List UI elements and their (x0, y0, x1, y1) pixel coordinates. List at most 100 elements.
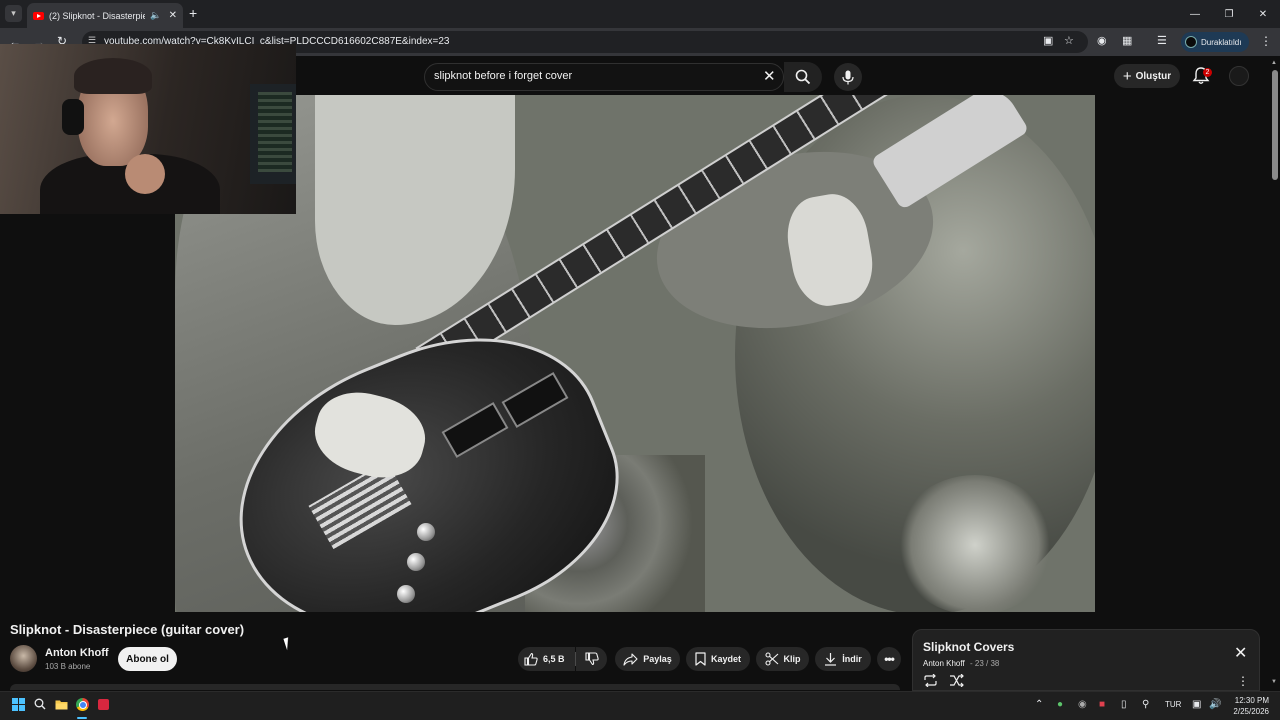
share-button[interactable]: Paylaş (615, 647, 680, 671)
thumbs-down-icon (584, 652, 599, 666)
notification-count-badge: 2 (1203, 68, 1212, 77)
save-label: Kaydet (710, 654, 741, 664)
search-icon (34, 698, 46, 710)
foliage-highlight (895, 475, 1055, 612)
input-language[interactable]: TUR (1165, 700, 1181, 709)
subscribe-button[interactable]: Abone ol (118, 647, 177, 671)
active-app-indicator (77, 717, 87, 719)
app-taskbar-icon[interactable] (96, 697, 110, 711)
guitar-knob (417, 523, 435, 541)
voice-search-button[interactable] (834, 63, 862, 91)
restore-icon[interactable]: ❐ (1212, 0, 1246, 28)
taskbar-search-icon[interactable] (33, 697, 47, 711)
guitar-knob (407, 553, 425, 571)
file-explorer-icon[interactable] (54, 697, 68, 711)
window-close-icon[interactable]: ✕ (1246, 0, 1280, 28)
bookmark-icon (695, 652, 706, 666)
windows-logo-icon (11, 697, 25, 711)
taskbar-clock[interactable]: 12:30 PM 2/25/2026 (1229, 695, 1269, 717)
search-button[interactable] (784, 62, 822, 92)
reading-list-icon[interactable]: ☰ (1157, 34, 1167, 47)
windows-taskbar (0, 691, 1280, 720)
bookmark-star-icon[interactable]: ☆ (1064, 34, 1074, 47)
tab-title: (2) Slipknot - Disasterpiece (49, 10, 146, 21)
speaker-icon[interactable]: 🔈 (150, 10, 161, 21)
clock-date: 2/25/2026 (1233, 707, 1269, 716)
playlist-more-icon[interactable]: ⋮ (1237, 674, 1249, 688)
thumbs-up-icon (524, 652, 538, 666)
subscriber-count: 103 B abone (45, 662, 91, 671)
share-arrow-icon (623, 652, 638, 666)
webcam-monitor-screen (258, 92, 292, 172)
create-button[interactable]: + Oluştur (1114, 64, 1180, 88)
tray-app-icon-2[interactable]: ◉ (1078, 699, 1087, 710)
search-icon (795, 69, 811, 85)
install-app-icon[interactable]: ▣ (1043, 34, 1053, 47)
chrome-taskbar-icon[interactable] (75, 697, 89, 711)
mouse-cursor-icon (283, 635, 297, 651)
chrome-logo-icon (75, 697, 89, 711)
clip-label: Klip (783, 654, 801, 664)
extensions-puzzle-icon[interactable]: ▦ (1122, 34, 1132, 47)
tab-search-button[interactable]: ▾ (5, 5, 22, 22)
tab-close-icon[interactable]: ✕ (169, 10, 177, 21)
search-input[interactable]: slipknot before i forget cover (434, 70, 572, 82)
guitar-knob (397, 585, 415, 603)
account-avatar[interactable] (1229, 66, 1249, 86)
channel-name[interactable]: Anton Khoff (45, 647, 109, 659)
save-button[interactable]: Kaydet (686, 647, 750, 671)
tray-app-icon-1[interactable]: ● (1057, 699, 1063, 710)
headset-icon (62, 99, 84, 135)
browser-menu-icon[interactable]: ⋮ (1260, 34, 1272, 48)
profile-paused-chip[interactable]: Duraklatıldı (1181, 32, 1249, 52)
camera-extension-icon[interactable]: ◉ (1097, 34, 1107, 47)
playlist-owner[interactable]: Anton Khoff (923, 659, 965, 668)
window-controls: — ❐ ✕ (1178, 0, 1280, 28)
network-icon[interactable]: ▣ (1192, 699, 1201, 710)
youtube-favicon-icon (33, 11, 44, 20)
playlist-close-icon[interactable]: ✕ (1234, 643, 1247, 663)
webcam-person-hand (125, 154, 165, 194)
like-button[interactable]: 6,5 B (518, 647, 575, 671)
playlist-position: - 23 / 38 (970, 659, 1000, 668)
video-title: Slipknot - Disasterpiece (guitar cover) (10, 622, 245, 637)
create-label: Oluştur (1135, 70, 1172, 82)
share-label: Paylaş (643, 654, 672, 664)
playlist-title[interactable]: Slipknot Covers (923, 640, 1014, 654)
channel-avatar[interactable] (10, 645, 37, 672)
browser-tab-active[interactable]: (2) Slipknot - Disasterpiece 🔈 ✕ (27, 3, 183, 28)
loop-icon[interactable] (923, 674, 938, 687)
tray-microphone-icon[interactable]: ⚲ (1142, 699, 1149, 710)
more-horizontal-icon: ••• (884, 652, 895, 666)
download-button[interactable]: İndir (815, 647, 871, 671)
shuffle-icon[interactable] (949, 674, 964, 687)
like-count: 6,5 B (543, 654, 565, 664)
download-label: İndir (842, 654, 862, 664)
profile-avatar-icon (1185, 36, 1197, 48)
minimize-icon[interactable]: — (1178, 0, 1212, 28)
plus-icon: + (1122, 67, 1132, 85)
clear-search-icon[interactable]: ✕ (763, 67, 776, 85)
webcam-overlay (0, 44, 296, 214)
start-button[interactable] (11, 697, 25, 711)
tray-overflow-chevron-icon[interactable]: ⌃ (1035, 699, 1043, 710)
scroll-down-arrow-icon[interactable]: ▼ (1271, 679, 1277, 685)
volume-icon[interactable]: 🔊 (1209, 699, 1221, 710)
tray-battery-icon[interactable]: ▯ (1121, 699, 1127, 710)
clip-button[interactable]: Klip (756, 647, 809, 671)
scissors-icon (764, 652, 778, 666)
more-actions-button[interactable]: ••• (877, 647, 901, 671)
profile-status-label: Duraklatıldı (1201, 37, 1242, 47)
video-player[interactable] (175, 95, 1095, 612)
dislike-button[interactable] (576, 647, 607, 671)
download-icon (825, 653, 837, 666)
webcam-person-hair (74, 58, 152, 94)
new-tab-button[interactable]: + (189, 5, 197, 21)
red-app-icon (97, 698, 109, 710)
clock-time: 12:30 PM (1234, 696, 1269, 705)
scrollbar-thumb[interactable] (1272, 70, 1278, 180)
scroll-up-arrow-icon[interactable]: ▲ (1271, 60, 1277, 66)
description-box[interactable] (10, 684, 900, 690)
microphone-icon (842, 70, 854, 84)
tray-app-icon-3[interactable]: ■ (1099, 699, 1105, 710)
